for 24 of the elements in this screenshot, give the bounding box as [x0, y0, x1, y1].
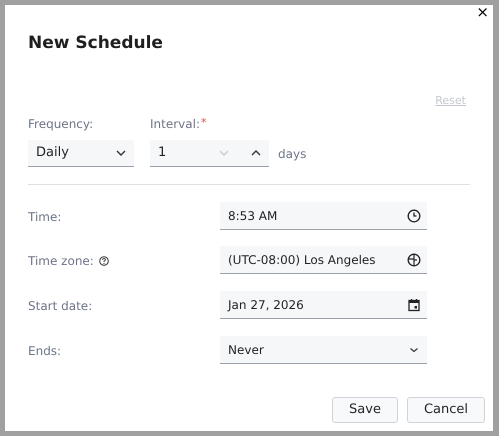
unit-label: days — [278, 146, 306, 163]
input-field[interactable]: Jan 27, 2026 — [220, 291, 427, 319]
save-button[interactable]: Save — [332, 397, 398, 423]
field-label: Interval: — [150, 116, 200, 133]
field-label: Ends: — [28, 343, 62, 360]
calendar-icon — [407, 298, 421, 312]
ends-select[interactable]: Never — [220, 336, 427, 364]
field-label: Time zone: — [28, 253, 94, 270]
field-label: Start date: — [28, 298, 92, 315]
cancel-button[interactable]: Cancel — [407, 397, 485, 423]
field-label: Time: — [28, 209, 62, 226]
input-field[interactable]: (UTC-08:00) Los Angeles — [220, 246, 427, 274]
dialog-title: New Schedule — [28, 32, 163, 55]
input-field[interactable]: 8:53 AM — [220, 202, 427, 230]
interval-spinner[interactable]: 1 — [150, 140, 269, 167]
chevron-down-icon — [116, 150, 126, 156]
close-button[interactable]: × — [476, 5, 489, 20]
frequency-select[interactable]: Daily — [28, 140, 134, 167]
field-label: Frequency: — [28, 116, 94, 133]
globe-icon — [407, 252, 421, 266]
required-mark: * — [201, 115, 206, 131]
help-icon[interactable] — [98, 256, 109, 266]
clock-icon — [407, 208, 421, 222]
increment-icon[interactable] — [251, 150, 261, 156]
